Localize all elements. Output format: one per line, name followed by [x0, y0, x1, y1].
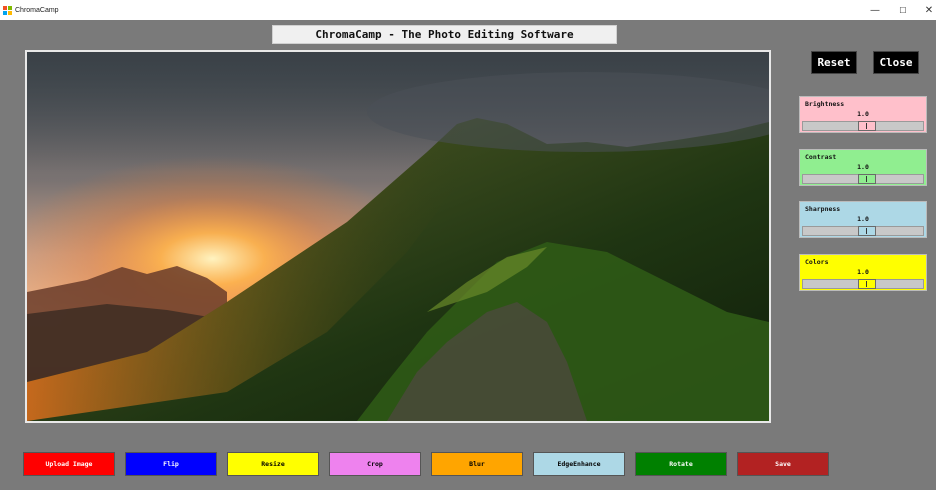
slider-value: 1.0 — [857, 163, 869, 171]
flip-button[interactable]: Flip — [125, 452, 217, 476]
slider-value: 1.0 — [857, 110, 869, 118]
slider-thumb[interactable] — [858, 226, 876, 236]
slider-label: Contrast — [805, 153, 837, 161]
slider-label: Colors — [805, 258, 829, 266]
upload-image-button[interactable]: Upload Image — [23, 452, 115, 476]
slider-panel-brightness: Brightness 1.0 — [799, 96, 927, 133]
edge-enhance-button[interactable]: EdgeEnhance — [533, 452, 625, 476]
resize-button[interactable]: Resize — [227, 452, 319, 476]
blur-button[interactable]: Blur — [431, 452, 523, 476]
window-title: ChromaCamp — [15, 6, 59, 14]
minimize-icon[interactable]: — — [860, 0, 890, 20]
slider-value: 1.0 — [857, 215, 869, 223]
slider-label: Brightness — [805, 100, 845, 108]
photo-preview — [27, 52, 769, 421]
close-window-icon[interactable]: ✕ — [914, 0, 936, 20]
slider-track[interactable] — [802, 226, 924, 236]
slider-panel-sharpness: Sharpness 1.0 — [799, 201, 927, 238]
reset-button[interactable]: Reset — [811, 51, 857, 74]
close-button[interactable]: Close — [873, 51, 919, 74]
save-button[interactable]: Save — [737, 452, 829, 476]
slider-label: Sharpness — [805, 205, 841, 213]
crop-button[interactable]: Crop — [329, 452, 421, 476]
slider-panel-colors: Colors 1.0 — [799, 254, 927, 291]
slider-thumb[interactable] — [858, 174, 876, 184]
slider-track[interactable] — [802, 174, 924, 184]
slider-track[interactable] — [802, 121, 924, 131]
slider-track[interactable] — [802, 279, 924, 289]
slider-panel-contrast: Contrast 1.0 — [799, 149, 927, 186]
image-canvas[interactable] — [25, 50, 771, 423]
window-titlebar: ChromaCamp — ☐ ✕ — [0, 0, 936, 20]
app-icon — [3, 5, 12, 15]
slider-thumb[interactable] — [858, 121, 876, 131]
rotate-button[interactable]: Rotate — [635, 452, 727, 476]
slider-thumb[interactable] — [858, 279, 876, 289]
slider-value: 1.0 — [857, 268, 869, 276]
app-header-title: ChromaCamp - The Photo Editing Software — [272, 25, 617, 44]
